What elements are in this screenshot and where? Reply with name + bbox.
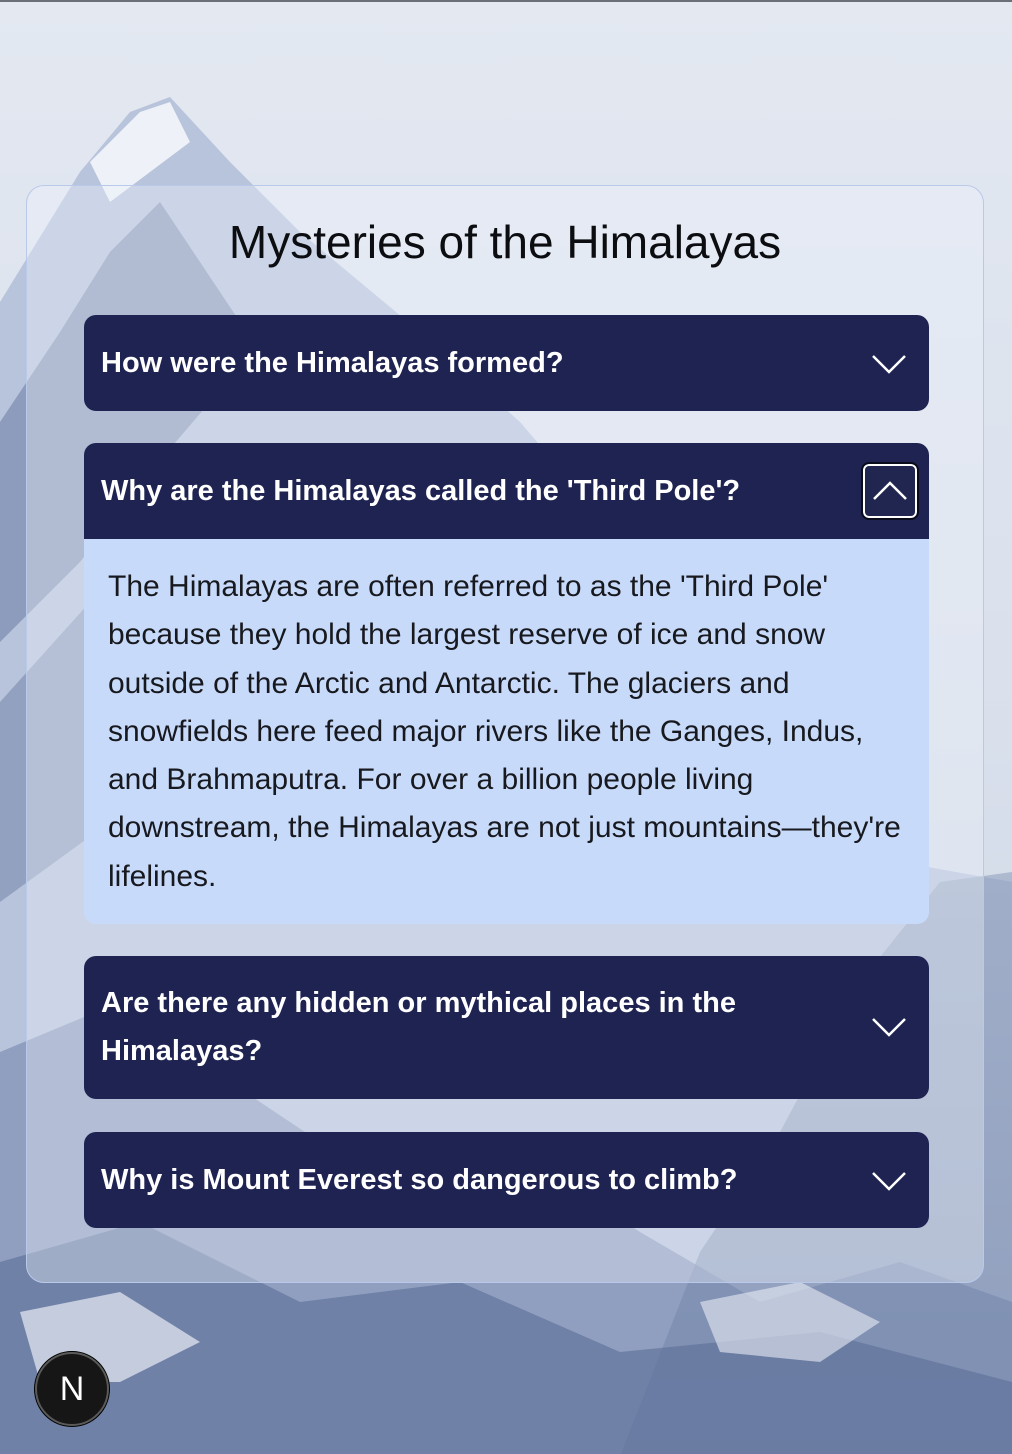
faq-item-1-header[interactable]: How were the Himalayas formed? (84, 315, 929, 411)
faq-item-2-header[interactable]: Why are the Himalayas called the 'Third … (84, 443, 929, 539)
chevron-down-icon (872, 1018, 906, 1037)
faq-item-3-header[interactable]: Are there any hidden or mythical places … (84, 956, 929, 1099)
faq-question: Why is Mount Everest so dangerous to cli… (101, 1164, 738, 1196)
collapse-button[interactable] (861, 462, 919, 520)
chevron-down-icon (872, 1172, 906, 1191)
faq-item-4-header[interactable]: Why is Mount Everest so dangerous to cli… (84, 1132, 929, 1228)
nextjs-dev-tools-button[interactable]: N (35, 1352, 109, 1426)
faq-card: Mysteries of the Himalayas How were the … (26, 185, 984, 1283)
page-title: Mysteries of the Himalayas (228, 216, 782, 268)
chevron-up-icon (873, 481, 907, 500)
chevron-down-icon (872, 355, 906, 374)
faq-question: Why are the Himalayas called the 'Third … (101, 475, 741, 507)
n-logo-icon: N (59, 1370, 85, 1408)
faq-question: Are there any hidden or mythical places … (101, 987, 736, 1067)
faq-answer: The Himalayas are often referred to as t… (84, 539, 929, 924)
faq-question: How were the Himalayas formed? (101, 347, 564, 379)
